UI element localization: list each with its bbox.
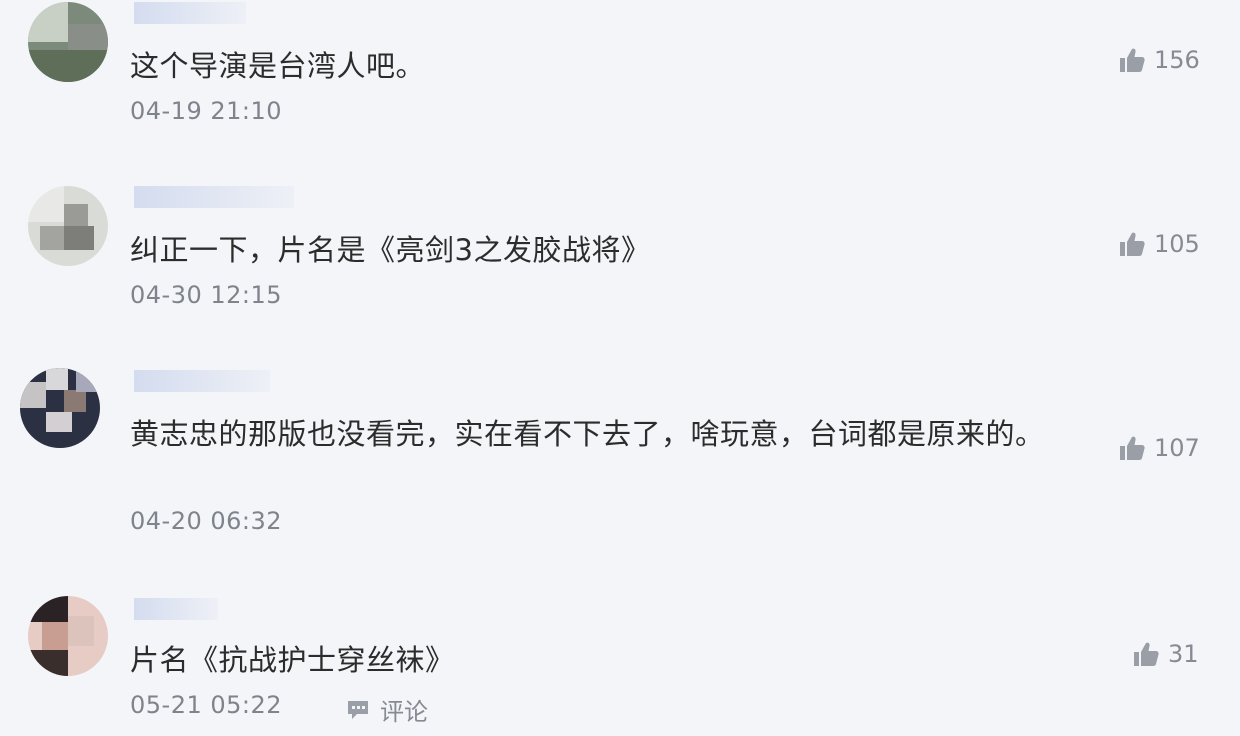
like-button[interactable]: 105	[1118, 230, 1200, 258]
thumbs-up-icon	[1134, 642, 1159, 666]
username-blurred[interactable]	[134, 186, 294, 208]
like-button[interactable]: 107	[1118, 434, 1200, 462]
comment-text: 这个导演是台湾人吧。	[130, 49, 426, 83]
like-count: 31	[1168, 640, 1199, 668]
comment-text: 纠正一下，片名是《亮剑3之发胶战将》	[130, 233, 651, 267]
avatar[interactable]	[20, 368, 100, 448]
username-blurred[interactable]	[134, 2, 246, 24]
comment-bubble-icon	[348, 700, 368, 719]
thumbs-up-icon	[1120, 232, 1145, 256]
avatar[interactable]	[28, 596, 108, 676]
like-count: 105	[1154, 230, 1200, 258]
comment-time: 05-21 05:22	[130, 691, 283, 719]
reply-label: 评论	[380, 698, 428, 726]
like-count: 156	[1154, 46, 1200, 74]
like-count: 107	[1154, 434, 1200, 462]
comment-text: 黄志忠的那版也没看完，实在看不下去了，啥玩意，台词都是原来的。	[130, 417, 1045, 451]
like-button[interactable]: 156	[1118, 46, 1200, 74]
reply-button[interactable]: 评论	[346, 692, 428, 727]
thumbs-up-icon	[1120, 436, 1145, 460]
comment-text: 片名《抗战护士穿丝袜》	[130, 643, 455, 677]
username-blurred[interactable]	[134, 370, 270, 392]
avatar[interactable]	[28, 186, 108, 266]
like-button[interactable]: 31	[1132, 640, 1199, 668]
comment-time: 04-30 12:15	[130, 281, 283, 309]
username-blurred[interactable]	[134, 598, 218, 620]
avatar[interactable]	[28, 2, 108, 82]
thumbs-up-icon	[1120, 48, 1145, 72]
comment-time: 04-19 21:10	[130, 97, 283, 125]
comment-time: 04-20 06:32	[130, 507, 283, 535]
